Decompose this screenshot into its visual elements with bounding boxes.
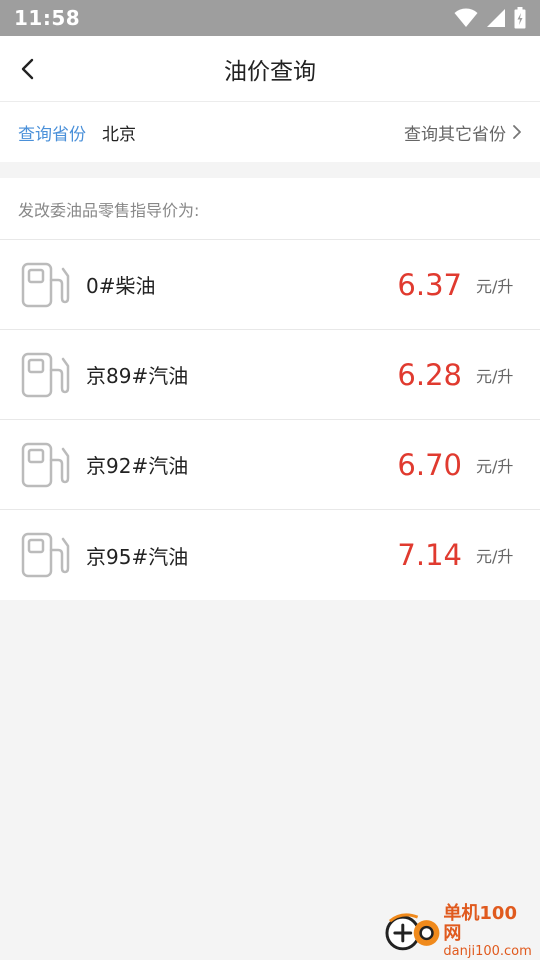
battery-icon [514, 7, 526, 29]
fuel-price: 6.70 [397, 447, 462, 482]
app-bar: 油价查询 [0, 36, 540, 102]
status-time: 11:58 [14, 6, 81, 30]
price-list: 0#柴油 6.37 元/升 京89#汽油 6.28 元/升 京92#汽油 6.7… [0, 240, 540, 600]
fuel-name: 京89#汽油 [86, 364, 189, 388]
guide-header: 发改委油品零售指导价为: [0, 178, 540, 240]
chevron-left-icon [21, 58, 34, 80]
guide-text: 发改委油品零售指导价为: [18, 200, 200, 220]
fuel-pump-icon [21, 442, 70, 487]
price-item-gasoline-89: 京89#汽油 6.28 元/升 [0, 330, 540, 420]
back-button[interactable] [10, 51, 46, 87]
watermark-text: 单机100网 danji100.com [443, 904, 534, 960]
price-unit: 元/升 [476, 547, 514, 566]
wifi-icon [454, 8, 478, 27]
status-bar: 11:58 [0, 0, 540, 36]
fuel-name: 0#柴油 [86, 274, 156, 298]
chevron-right-icon [513, 125, 521, 139]
province-label: 查询省份 [18, 124, 86, 145]
signal-icon [487, 9, 505, 27]
fuel-price: 6.28 [397, 357, 462, 392]
other-province-label: 查询其它省份 [404, 124, 506, 145]
province-row: 查询省份 北京 查询其它省份 [0, 102, 540, 162]
price-item-gasoline-95: 京95#汽油 7.14 元/升 [0, 510, 540, 600]
price-unit: 元/升 [476, 456, 514, 476]
price-item-gasoline-92: 京92#汽油 6.70 元/升 [0, 420, 540, 510]
fuel-name: 京95#汽油 [86, 544, 189, 569]
other-province-link[interactable]: 查询其它省份 [404, 120, 522, 145]
fuel-price: 7.14 [397, 538, 462, 572]
status-icons [454, 7, 526, 29]
watermark-title: 单机100网 [443, 903, 517, 944]
watermark: 单机100网 danji100.com [384, 904, 534, 960]
watermark-logo-icon [385, 913, 440, 951]
watermark-subtitle: danji100.com [443, 944, 532, 959]
fuel-pump-icon [21, 262, 70, 307]
fuel-name: 京92#汽油 [86, 454, 189, 478]
page-title: 油价查询 [224, 58, 316, 85]
fuel-pump-icon [21, 352, 70, 397]
price-unit: 元/升 [476, 276, 514, 296]
fuel-price: 6.37 [397, 267, 462, 302]
price-item-diesel-0: 0#柴油 6.37 元/升 [0, 240, 540, 330]
fuel-pump-icon [21, 532, 70, 578]
section-gap [0, 162, 540, 178]
price-unit: 元/升 [476, 366, 514, 386]
province-value: 北京 [102, 124, 136, 145]
